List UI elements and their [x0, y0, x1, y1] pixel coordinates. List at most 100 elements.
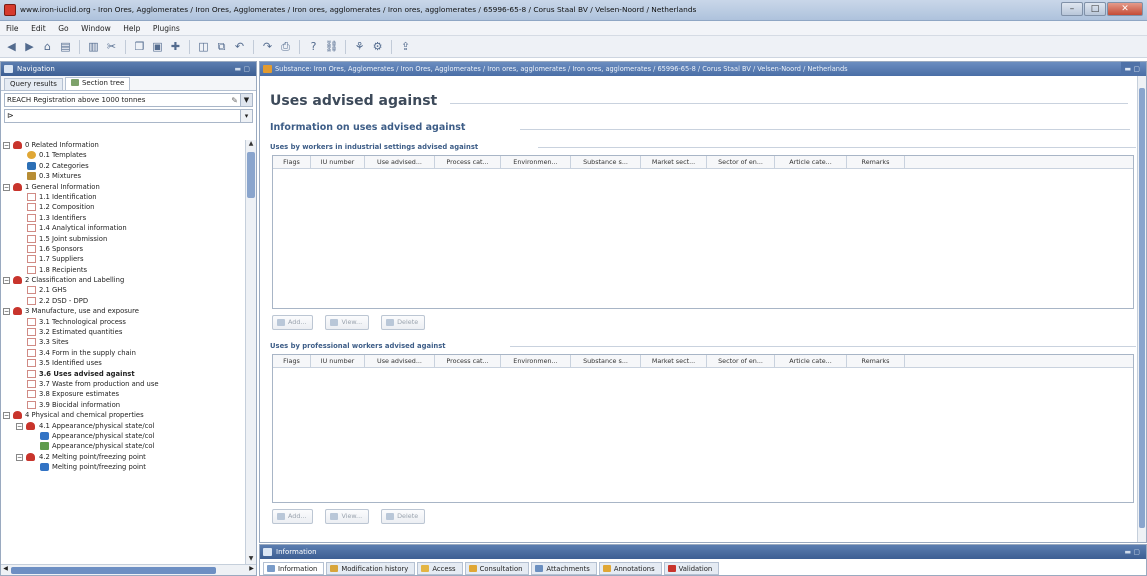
home-icon[interactable]: ⌂ [40, 39, 55, 54]
collapse-toggle-icon[interactable]: − [3, 308, 10, 316]
column-header[interactable]: Market sect... [641, 355, 707, 367]
column-header[interactable]: Substance s... [571, 156, 641, 168]
tree-item[interactable]: 3.8 Exposure estimates [1, 389, 246, 399]
tree-item[interactable]: 2.1 GHS [1, 285, 246, 295]
column-header[interactable]: IU number [311, 355, 365, 367]
minimize-button[interactable]: – [1061, 2, 1083, 16]
tree-item[interactable]: 3.7 Waste from production and use [1, 379, 246, 389]
chevron-down-icon[interactable]: ▼ [240, 94, 252, 106]
menu-file[interactable]: File [6, 21, 19, 36]
industrial-uses-table[interactable]: Flags IU number Use advised... Process cat.… [272, 155, 1134, 309]
column-header[interactable]: Process cat... [435, 156, 501, 168]
tree-item[interactable]: 3.5 Identified uses [1, 358, 246, 368]
column-header[interactable]: Use advised... [365, 355, 435, 367]
tree-item[interactable]: 1.1 Identification [1, 192, 246, 202]
column-header[interactable]: Substance s... [571, 355, 641, 367]
tree-item[interactable]: Appearance/physical state/col [1, 431, 246, 441]
new-icon[interactable]: ◫ [196, 39, 211, 54]
tree-item[interactable]: 1.6 Sponsors [1, 244, 246, 254]
column-header[interactable]: Article cate... [775, 355, 847, 367]
link-icon[interactable]: ⛓ [324, 39, 339, 54]
chevron-down-icon[interactable]: ▾ [240, 110, 252, 122]
undo-icon[interactable]: ↶ [232, 39, 247, 54]
tree-item[interactable]: 3.2 Estimated quantities [1, 327, 246, 337]
export-icon[interactable]: ⇪ [398, 39, 413, 54]
tree-item[interactable]: Appearance/physical state/col [1, 441, 246, 451]
paste-icon[interactable]: ▣ [150, 39, 165, 54]
tab-section-tree[interactable]: Section tree [64, 77, 131, 90]
menu-plugins[interactable]: Plugins [153, 21, 180, 36]
minimize-icon[interactable]: ▬ ▢ [235, 62, 250, 76]
tree-item[interactable]: 1.2 Composition [1, 202, 246, 212]
save-icon[interactable]: ▤ [58, 39, 73, 54]
scroll-up-icon[interactable]: ▲ [246, 140, 256, 150]
view-button[interactable]: View... [325, 509, 370, 524]
template-select[interactable]: REACH Registration above 1000 tonnes ✎ ▼ [4, 93, 253, 107]
info-tab[interactable]: Information [263, 562, 325, 575]
tree-item[interactable]: 2.2 DSD - DPD [1, 296, 246, 306]
column-header[interactable]: Flags [273, 156, 311, 168]
collapse-toggle-icon[interactable]: − [16, 422, 23, 430]
tree-item[interactable]: 1.5 Joint submission [1, 234, 246, 244]
column-header[interactable]: Use advised... [365, 156, 435, 168]
close-button[interactable]: ✕ [1107, 2, 1143, 16]
minimize-icon[interactable]: ▬ ▢ [1125, 545, 1140, 559]
scroll-thumb[interactable] [11, 567, 216, 574]
collapse-toggle-icon[interactable]: − [3, 183, 10, 191]
column-header[interactable]: IU number [311, 156, 365, 168]
info-tab[interactable]: Validation [663, 562, 720, 575]
maximize-button[interactable]: □ [1084, 2, 1106, 16]
tree-item[interactable]: 1.8 Recipients [1, 265, 246, 275]
tree-item[interactable]: 1.3 Identifiers [1, 213, 246, 223]
settings-icon[interactable]: ⚙ [370, 39, 385, 54]
scroll-right-icon[interactable]: ▶ [247, 565, 256, 572]
tree-item[interactable]: − 2 Classification and Labelling [1, 275, 246, 285]
tree-item[interactable]: − 4.1 Appearance/physical state/col [1, 421, 246, 431]
collapse-toggle-icon[interactable]: − [3, 142, 10, 149]
tree-item[interactable]: 3.4 Form in the supply chain [1, 348, 246, 358]
info-tab[interactable]: Modification history [326, 562, 416, 575]
print-icon[interactable]: ⎙ [278, 39, 293, 54]
menu-help[interactable]: Help [123, 21, 140, 36]
info-tab[interactable]: Consultation [464, 562, 530, 575]
add-button[interactable]: Add... [272, 315, 314, 330]
minimize-icon[interactable]: ▬ ▢ [1120, 62, 1140, 76]
tree-icon[interactable]: ⚘ [352, 39, 367, 54]
save-all-icon[interactable]: ▥ [86, 39, 101, 54]
info-tab[interactable]: Access [417, 562, 463, 575]
add-button[interactable]: Add... [272, 509, 314, 524]
tree-item[interactable]: 3.9 Biocidal information [1, 400, 246, 410]
back-icon[interactable]: ◀ [4, 39, 19, 54]
tree-item[interactable]: 3.6 Uses advised against [1, 369, 246, 379]
tree-vertical-scrollbar[interactable]: ▲ ▼ [245, 140, 256, 565]
tree-item[interactable]: 3.1 Technological process [1, 317, 246, 327]
duplicate-icon[interactable]: ⧉ [214, 39, 229, 54]
tree-item[interactable]: 0.2 Categories [1, 161, 246, 171]
column-header[interactable]: Remarks [847, 355, 905, 367]
collapse-toggle-icon[interactable]: − [16, 453, 23, 461]
column-header[interactable]: Environmen... [501, 355, 571, 367]
tree-item[interactable]: 1.7 Suppliers [1, 254, 246, 264]
menu-window[interactable]: Window [81, 21, 111, 36]
filter-input[interactable]: ⊳ ▾ [4, 109, 253, 123]
collapse-toggle-icon[interactable]: − [3, 277, 10, 285]
info-tab[interactable]: Attachments [531, 562, 597, 575]
collapse-toggle-icon[interactable]: − [3, 412, 10, 420]
scroll-thumb[interactable] [1139, 88, 1145, 528]
delete-button[interactable]: Delete [381, 509, 426, 524]
tree-item[interactable]: 1.4 Analytical information [1, 223, 246, 233]
tree-item[interactable]: 3.3 Sites [1, 337, 246, 347]
column-header[interactable]: Process cat... [435, 355, 501, 367]
tree-item[interactable]: − 1 General Information [1, 182, 246, 192]
tab-query-results[interactable]: Query results [4, 78, 63, 90]
column-header[interactable]: Remarks [847, 156, 905, 168]
menu-edit[interactable]: Edit [31, 21, 46, 36]
menu-go[interactable]: Go [58, 21, 68, 36]
copy-icon[interactable]: ❐ [132, 39, 147, 54]
info-tab[interactable]: Annotations [598, 562, 662, 575]
editor-vertical-scrollbar[interactable] [1137, 76, 1146, 542]
column-header[interactable]: Market sect... [641, 156, 707, 168]
tree-item[interactable]: − 4 Physical and chemical properties [1, 410, 246, 420]
column-header[interactable]: Flags [273, 355, 311, 367]
add-icon[interactable]: ✚ [168, 39, 183, 54]
